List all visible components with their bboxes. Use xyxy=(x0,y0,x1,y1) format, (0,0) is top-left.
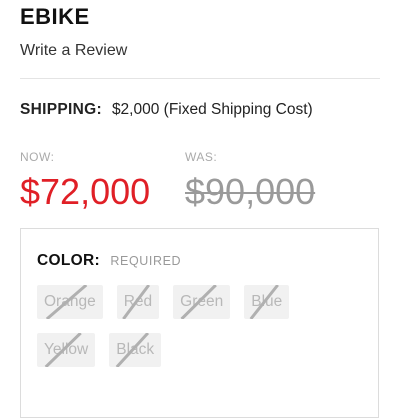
color-option-header: COLOR: REQUIRED xyxy=(37,252,181,270)
write-review-link[interactable]: Write a Review xyxy=(20,42,127,60)
was-price-label: WAS: xyxy=(185,150,218,164)
unavailable-strike-icon xyxy=(173,285,230,319)
color-label: COLOR: xyxy=(37,252,100,269)
color-swatch-green[interactable]: Green xyxy=(173,285,231,319)
unavailable-strike-icon xyxy=(109,333,161,367)
color-swatch-yellow[interactable]: Yellow xyxy=(37,333,96,367)
color-swatch-red[interactable]: Red xyxy=(116,285,160,319)
shipping-row: SHIPPING: $2,000 (Fixed Shipping Cost) xyxy=(20,101,313,119)
divider xyxy=(20,78,380,79)
required-badge: REQUIRED xyxy=(110,254,182,268)
color-option-box: COLOR: REQUIRED Orange Red Green Blue Ye… xyxy=(20,228,379,418)
shipping-label: SHIPPING: xyxy=(20,101,102,118)
color-swatch-orange[interactable]: Orange xyxy=(37,285,103,319)
color-swatch-blue[interactable]: Blue xyxy=(244,285,290,319)
was-price: $90,000 xyxy=(185,171,316,212)
unavailable-strike-icon xyxy=(37,285,103,319)
shipping-value: $2,000 (Fixed Shipping Cost) xyxy=(111,101,313,118)
now-price-label: NOW: xyxy=(20,150,55,164)
unavailable-strike-icon xyxy=(37,333,95,367)
product-title: EBIKE xyxy=(20,4,90,29)
now-price: $72,000 xyxy=(20,171,151,212)
unavailable-strike-icon xyxy=(244,285,289,319)
unavailable-strike-icon xyxy=(117,285,159,319)
color-swatch-black[interactable]: Black xyxy=(109,333,162,367)
color-swatches: Orange Red Green Blue Yellow Black xyxy=(37,285,357,367)
